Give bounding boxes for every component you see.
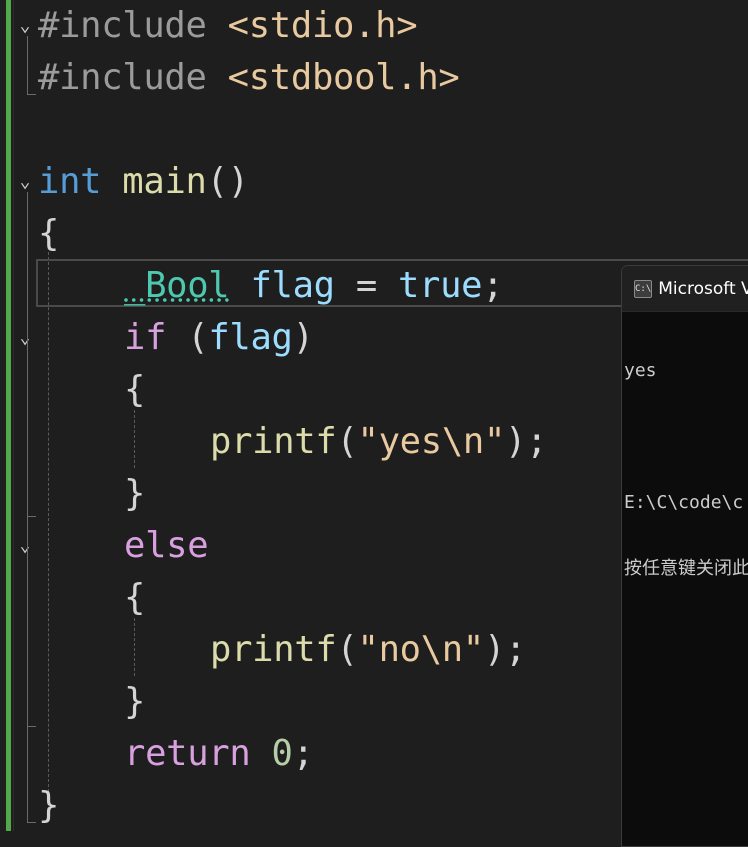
function-name: main (122, 161, 207, 202)
variable: flag (208, 317, 293, 358)
escape-sequence: \n (441, 421, 484, 462)
punctuation: () (206, 161, 249, 202)
brace: { (38, 213, 60, 254)
fold-range-line (27, 36, 28, 94)
keyword: int (38, 161, 102, 202)
fold-range-end (27, 94, 36, 95)
console-title: Microsoft Visual Studio Debug Console (658, 278, 748, 299)
string-literal: "no (357, 629, 422, 670)
code-line[interactable]: printf("yes\n"); (210, 416, 548, 468)
include-header: <stdbool.h> (206, 57, 460, 98)
fold-chevron-icon[interactable]: ⌄ (14, 312, 36, 364)
code-line[interactable]: } (38, 780, 59, 832)
fold-range-end (27, 822, 36, 823)
indent-guide (134, 618, 135, 676)
console-line: 按任意键关闭此窗口 (624, 558, 748, 579)
punctuation: ( (336, 629, 358, 670)
fold-range-line (27, 556, 28, 726)
console-line: yes (624, 360, 657, 381)
code-line[interactable]: } (124, 468, 145, 520)
variable: flag (250, 265, 335, 306)
fold-chevron-icon[interactable]: ⌄ (14, 520, 36, 572)
code-line[interactable]: printf("no\n"); (210, 624, 526, 676)
code-line[interactable]: { (38, 208, 59, 260)
fold-chevron-icon[interactable]: ⌄ (14, 156, 36, 208)
fold-range-line (27, 348, 28, 516)
operator: = (334, 265, 398, 306)
number-literal: 0 (271, 733, 293, 774)
console-line: E:\C\code\c (624, 492, 744, 513)
brace: } (124, 473, 146, 514)
code-line[interactable]: _Bool flag = true; (124, 260, 504, 312)
gutter-separator (13, 0, 14, 831)
punctuation: ( (166, 317, 209, 358)
punctuation: ) (292, 317, 314, 358)
terminal-icon: C:\ (634, 279, 653, 298)
escape-sequence: \n (420, 629, 463, 670)
string-literal: "yes (357, 421, 443, 462)
code-line[interactable]: #include <stdbool.h> (38, 52, 460, 104)
indent-guide (48, 252, 49, 792)
keyword: if (124, 317, 167, 358)
code-line[interactable]: { (124, 364, 145, 416)
punctuation: ( (336, 421, 358, 462)
semicolon: ; (482, 265, 504, 306)
console-output: yes E:\C\code\c 按任意键关闭此窗口 (622, 312, 748, 624)
keyword: else (124, 525, 209, 566)
code-line[interactable]: } (124, 676, 145, 728)
function-name: printf (210, 629, 337, 670)
code-line[interactable]: if (flag) (124, 312, 314, 364)
brace: { (124, 369, 146, 410)
code-line[interactable]: #include <stdio.h> (38, 0, 418, 52)
string-literal: " (462, 629, 484, 670)
brace: } (38, 785, 60, 826)
change-indicator-bar (6, 0, 11, 831)
console-title-bar[interactable]: C:\ Microsoft Visual Studio Debug Consol… (622, 266, 748, 312)
brace: { (124, 577, 146, 618)
fold-range-end (27, 516, 36, 517)
type-name: _Bool (124, 265, 230, 306)
punctuation: ); (483, 629, 527, 670)
string-literal: " (483, 421, 506, 462)
function-name: printf (210, 421, 337, 462)
code-line[interactable]: return 0; (124, 728, 314, 780)
indent-guide (134, 410, 135, 468)
punctuation: ); (505, 421, 548, 462)
code-line[interactable]: { (124, 572, 145, 624)
fold-range-end (27, 726, 36, 727)
include-header: <stdio.h> (206, 5, 418, 46)
preprocessor-directive: #include (38, 5, 207, 46)
semicolon: ; (292, 733, 314, 774)
literal-value: true (397, 265, 483, 306)
preprocessor-directive: #include (38, 57, 207, 98)
code-line[interactable]: int main() (38, 156, 249, 208)
debug-console-window[interactable]: C:\ Microsoft Visual Studio Debug Consol… (621, 265, 748, 847)
code-line[interactable]: else (124, 520, 209, 572)
brace: } (124, 681, 146, 722)
keyword: return (124, 733, 251, 774)
fold-chevron-icon[interactable]: ⌄ (14, 0, 36, 52)
